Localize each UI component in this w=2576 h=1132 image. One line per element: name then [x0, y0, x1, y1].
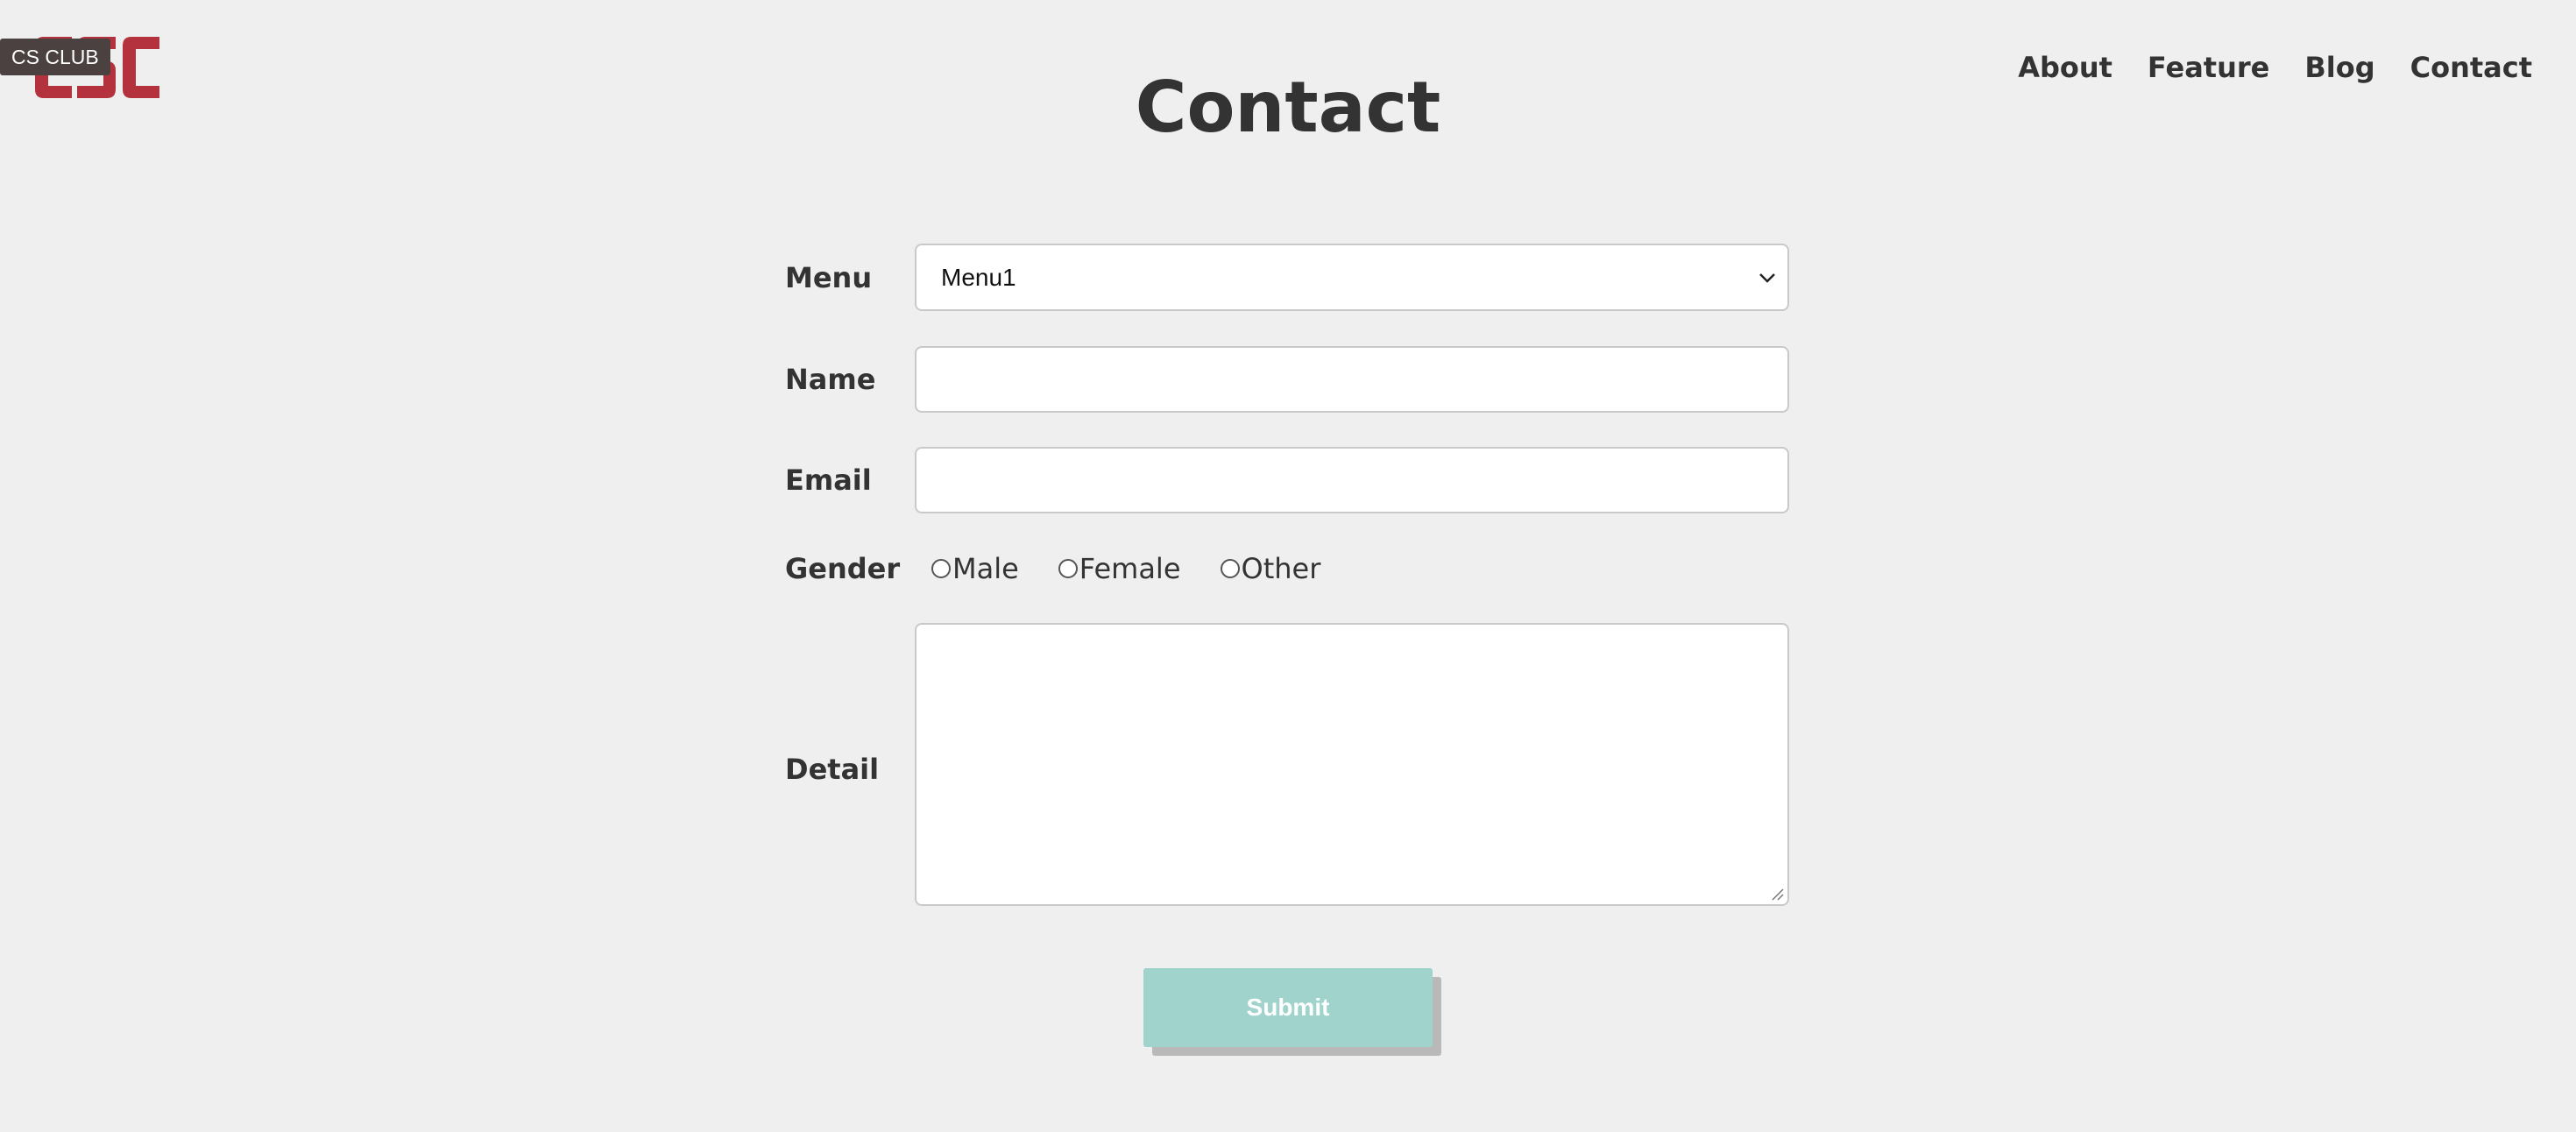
menu-select-value: Menu1 — [941, 264, 1016, 291]
name-label: Name — [785, 363, 876, 396]
detail-textarea[interactable] — [915, 623, 1789, 906]
gender-option-label: Other — [1241, 552, 1321, 585]
gender-option-label: Male — [952, 552, 1019, 585]
menu-label: Menu — [785, 261, 873, 294]
radio-unchecked-icon[interactable] — [931, 559, 951, 578]
nav-link-blog[interactable]: Blog — [2304, 47, 2374, 88]
resize-grip-icon[interactable] — [1770, 887, 1784, 901]
email-label: Email — [785, 463, 872, 497]
radio-unchecked-icon[interactable] — [1220, 559, 1240, 578]
submit-button[interactable]: Submit — [1143, 968, 1433, 1047]
chevron-down-icon — [1758, 270, 1777, 286]
menu-select[interactable]: Menu1 — [915, 244, 1789, 311]
nav-link-contact[interactable]: Contact — [2410, 47, 2532, 88]
gender-radio-group: Male Female Other — [931, 551, 1360, 586]
detail-label: Detail — [785, 753, 880, 786]
email-field[interactable] — [915, 447, 1789, 513]
name-field[interactable] — [915, 346, 1789, 413]
gender-option-female[interactable]: Female — [1058, 551, 1181, 586]
nav-link-about[interactable]: About — [2018, 47, 2112, 88]
nav-link-feature[interactable]: Feature — [2148, 47, 2269, 88]
gender-label: Gender — [785, 552, 901, 585]
gender-option-male[interactable]: Male — [931, 551, 1019, 586]
radio-unchecked-icon[interactable] — [1058, 559, 1078, 578]
submit-button-wrapper: Submit — [1143, 968, 1441, 1056]
gender-option-other[interactable]: Other — [1220, 551, 1321, 586]
gender-option-label: Female — [1079, 552, 1181, 585]
main-nav: About Feature Blog Contact — [2018, 47, 2532, 88]
